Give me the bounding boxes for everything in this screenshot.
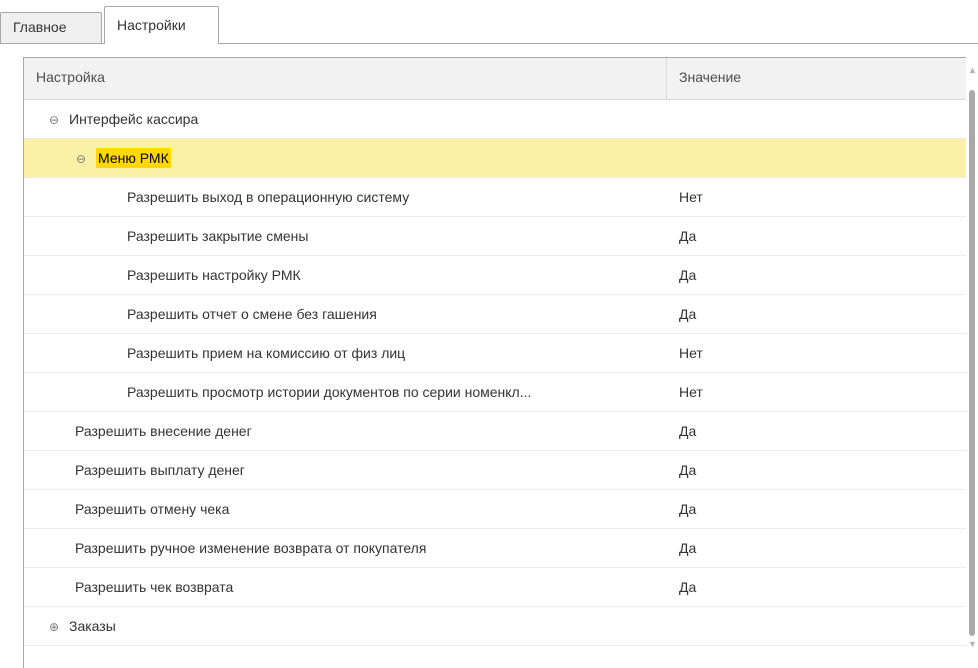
- setting-label: Заказы: [69, 618, 116, 634]
- setting-name-cell: Разрешить прием на комиссию от физ лиц: [24, 334, 667, 372]
- setting-name-cell: Разрешить внесение денег: [24, 412, 667, 450]
- setting-label: Разрешить закрытие смены: [127, 228, 309, 244]
- table-row[interactable]: ⊕ Заказы: [24, 607, 967, 646]
- setting-label: Разрешить просмотр истории документов по…: [127, 384, 532, 400]
- setting-label: Интерфейс кассира: [69, 111, 199, 127]
- scroll-down-arrow-icon[interactable]: ▼: [968, 639, 977, 649]
- setting-label: Разрешить внесение денег: [75, 423, 252, 439]
- setting-label: Разрешить прием на комиссию от физ лиц: [127, 345, 406, 361]
- table-row[interactable]: Разрешить закрытие смены Да: [24, 217, 967, 256]
- setting-name-cell: Разрешить выход в операционную систему: [24, 178, 667, 216]
- setting-value-cell[interactable]: Нет: [679, 334, 959, 372]
- setting-name-cell: Разрешить просмотр истории документов по…: [24, 373, 667, 411]
- setting-value-cell[interactable]: Да: [679, 217, 959, 255]
- vertical-scrollbar[interactable]: ▲ ▼: [966, 57, 978, 668]
- table-row[interactable]: Разрешить чек возврата Да: [24, 568, 967, 607]
- setting-name-cell: Разрешить настройку РМК: [24, 256, 667, 294]
- setting-label: Разрешить настройку РМК: [127, 267, 301, 283]
- setting-label: Разрешить отмену чека: [75, 501, 230, 517]
- setting-value-cell[interactable]: Да: [679, 295, 959, 333]
- settings-table[interactable]: Настройка Значение ⊖ Интерфейс кассира ⊖ Ме…: [23, 57, 978, 668]
- expand-icon[interactable]: ⊕: [48, 608, 60, 645]
- setting-name-cell: Разрешить чек возврата: [24, 568, 667, 606]
- collapse-icon[interactable]: ⊖: [75, 140, 87, 177]
- tab-bar: Главное Настройки: [0, 0, 978, 44]
- setting-value-cell[interactable]: [679, 100, 959, 138]
- setting-value-cell[interactable]: Да: [679, 256, 959, 294]
- table-body: ⊖ Интерфейс кассира ⊖ Меню РМК Разрешить вых…: [24, 100, 967, 646]
- setting-label: Разрешить ручное изменение возврата от п…: [75, 540, 427, 556]
- table-header: Настройка Значение: [24, 58, 967, 100]
- tab-settings[interactable]: Настройки: [104, 6, 219, 44]
- table-row[interactable]: Разрешить отмену чека Да: [24, 490, 967, 529]
- setting-label: Разрешить отчет о смене без гашения: [127, 306, 377, 322]
- table-row[interactable]: ⊖ Меню РМК: [24, 139, 967, 178]
- table-row[interactable]: Разрешить выплату денег Да: [24, 451, 967, 490]
- tab-main[interactable]: Главное: [0, 12, 102, 43]
- table-row[interactable]: Разрешить внесение денег Да: [24, 412, 967, 451]
- table-row[interactable]: Разрешить прием на комиссию от физ лиц Не…: [24, 334, 967, 373]
- setting-name-cell: Разрешить выплату денег: [24, 451, 667, 489]
- table-row[interactable]: Разрешить ручное изменение возврата от п…: [24, 529, 967, 568]
- setting-value-cell[interactable]: Нет: [679, 373, 959, 411]
- scroll-up-arrow-icon[interactable]: ▲: [968, 65, 977, 75]
- setting-name-cell: Разрешить отчет о смене без гашения: [24, 295, 667, 333]
- setting-name-cell: ⊖ Интерфейс кассира: [24, 100, 667, 138]
- column-header-setting[interactable]: Настройка: [24, 58, 667, 99]
- collapse-icon[interactable]: ⊖: [48, 101, 60, 138]
- setting-name-cell: ⊖ Меню РМК: [24, 139, 667, 177]
- setting-label: Меню РМК: [96, 148, 171, 168]
- setting-name-cell: Разрешить ручное изменение возврата от п…: [24, 529, 667, 567]
- setting-value-cell[interactable]: [679, 607, 959, 645]
- table-row[interactable]: Разрешить просмотр истории документов по…: [24, 373, 967, 412]
- table-row[interactable]: ⊖ Интерфейс кассира: [24, 100, 967, 139]
- setting-value-cell[interactable]: Нет: [679, 178, 959, 216]
- setting-label: Разрешить выход в операционную систему: [127, 189, 410, 205]
- setting-value-cell[interactable]: Да: [679, 490, 959, 528]
- scrollbar-thumb[interactable]: [969, 90, 975, 636]
- setting-value-cell[interactable]: Да: [679, 568, 959, 606]
- column-header-value[interactable]: Значение: [667, 58, 967, 99]
- setting-value-cell[interactable]: Да: [679, 412, 959, 450]
- table-row[interactable]: Разрешить настройку РМК Да: [24, 256, 967, 295]
- setting-name-cell: Разрешить закрытие смены: [24, 217, 667, 255]
- setting-name-cell: Разрешить отмену чека: [24, 490, 667, 528]
- setting-label: Разрешить чек возврата: [75, 579, 234, 595]
- setting-value-cell[interactable]: [679, 139, 959, 177]
- setting-value-cell[interactable]: Да: [679, 529, 959, 567]
- table-row[interactable]: Разрешить отчет о смене без гашения Да: [24, 295, 967, 334]
- setting-name-cell: ⊕ Заказы: [24, 607, 667, 645]
- setting-label: Разрешить выплату денег: [75, 462, 245, 478]
- table-row[interactable]: Разрешить выход в операционную систему Не…: [24, 178, 967, 217]
- setting-value-cell[interactable]: Да: [679, 451, 959, 489]
